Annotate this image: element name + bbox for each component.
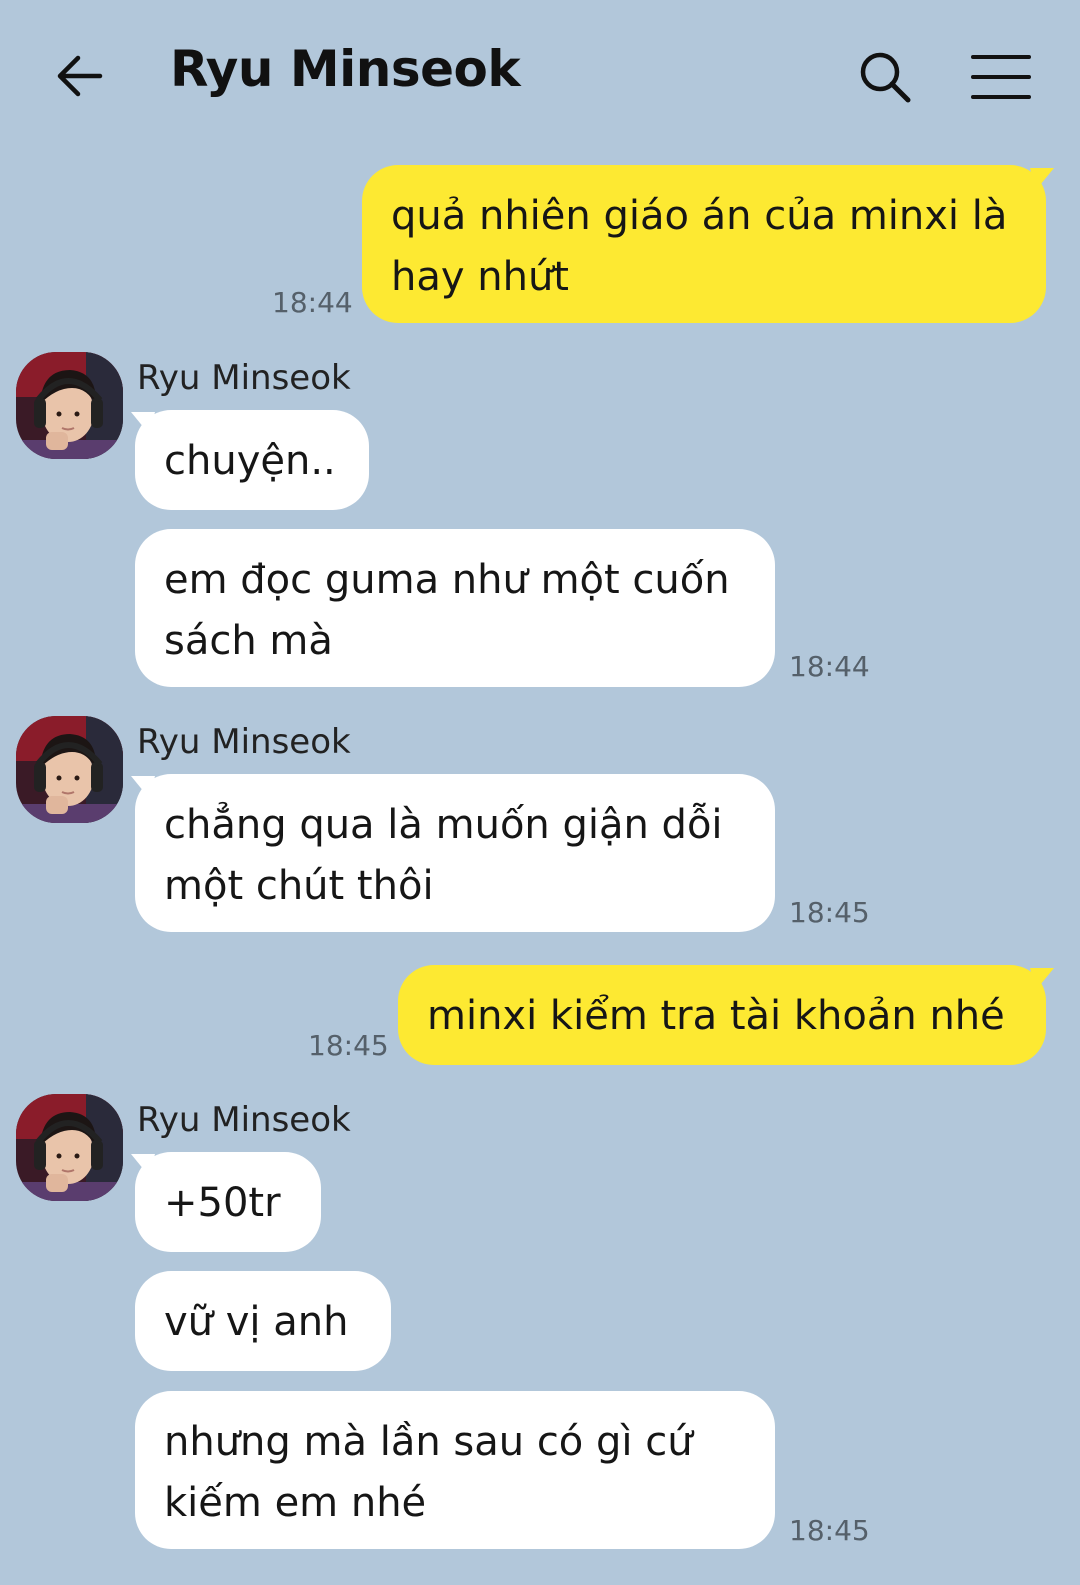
message-line: quả nhiên giáo án của minxi là (391, 193, 1008, 239)
message-bubble-incoming[interactable]: chuyện.. (135, 410, 369, 510)
back-button[interactable] (52, 50, 112, 102)
message-line: +50tr (164, 1180, 281, 1226)
menu-button[interactable] (970, 52, 1032, 102)
search-icon (860, 52, 911, 103)
sender-name: Ryu Minseok (137, 722, 351, 762)
avatar[interactable] (16, 716, 123, 823)
message-line: em đọc guma như một cuốn (164, 557, 730, 603)
message-line: chẳng qua là muốn giận dỗi (164, 802, 723, 848)
message-timestamp: 18:44 (272, 286, 353, 319)
message-timestamp: 18:44 (789, 650, 870, 683)
avatar[interactable] (16, 352, 123, 459)
arrow-left-icon (57, 55, 103, 97)
message-line: vữ vị anh (164, 1299, 349, 1345)
avatar-image (16, 1094, 123, 1201)
bubble-tail (1030, 968, 1054, 990)
message-timestamp: 18:45 (789, 896, 870, 929)
message-line: hay nhứt (391, 254, 569, 300)
message-line: một chút thôi (164, 863, 434, 909)
hamburger-menu-icon (971, 55, 1031, 99)
message-timestamp: 18:45 (308, 1029, 389, 1062)
message-bubble-outgoing[interactable]: minxi kiểm tra tài khoản nhé (398, 965, 1046, 1065)
message-bubble-incoming[interactable]: chẳng qua là muốn giận dỗi một chút thôi (135, 774, 775, 932)
message-bubble-incoming[interactable]: +50tr (135, 1152, 321, 1252)
message-bubble-incoming[interactable]: vữ vị anh (135, 1271, 391, 1371)
search-button[interactable] (858, 50, 914, 106)
avatar[interactable] (16, 1094, 123, 1201)
chat-header: Ryu Minseok (0, 0, 1080, 150)
message-bubble-incoming[interactable]: nhưng mà lần sau có gì cứ kiếm em nhé (135, 1391, 775, 1549)
message-timestamp: 18:45 (789, 1514, 870, 1547)
message-line: chuyện.. (164, 438, 336, 484)
bubble-tail (131, 776, 155, 798)
avatar-image (16, 352, 123, 459)
message-line: nhưng mà lần sau có gì cứ (164, 1419, 693, 1465)
sender-name: Ryu Minseok (137, 358, 351, 398)
message-line: sách mà (164, 618, 333, 664)
message-line: kiếm em nhé (164, 1480, 427, 1526)
bubble-tail (131, 1154, 155, 1176)
chat-title: Ryu Minseok (170, 40, 521, 98)
sender-name: Ryu Minseok (137, 1100, 351, 1140)
message-line: minxi kiểm tra tài khoản nhé (427, 993, 1005, 1039)
message-bubble-outgoing[interactable]: quả nhiên giáo án của minxi là hay nhứt (362, 165, 1046, 323)
avatar-image (16, 716, 123, 823)
message-bubble-incoming[interactable]: em đọc guma như một cuốn sách mà (135, 529, 775, 687)
bubble-tail (1030, 168, 1054, 190)
bubble-tail (131, 412, 155, 434)
